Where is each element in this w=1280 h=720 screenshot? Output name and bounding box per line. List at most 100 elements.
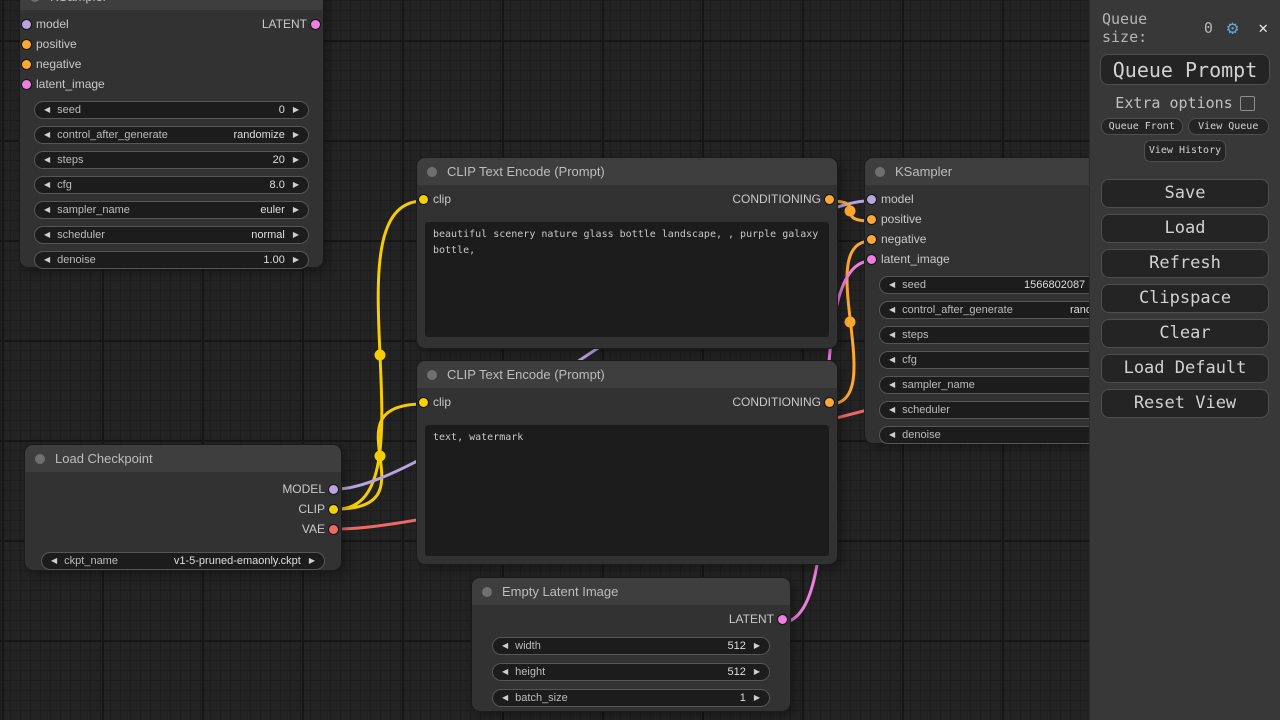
arrow-right-icon[interactable]: ▶ <box>293 156 299 164</box>
node-title-bar[interactable]: CLIP Text Encode (Prompt) <box>417 361 837 388</box>
widget-seed[interactable]: ◀ seed 0 ▶ <box>34 101 309 119</box>
queue-front-button[interactable]: Queue Front <box>1101 118 1183 135</box>
collapse-dot[interactable] <box>35 454 45 464</box>
prompt-text-input[interactable]: beautiful scenery nature glass bottle la… <box>425 222 829 337</box>
arrow-left-icon[interactable]: ◀ <box>44 206 50 214</box>
arrow-right-icon[interactable]: ▶ <box>293 106 299 114</box>
widget-height[interactable]: ◀ height 512 ▶ <box>492 663 770 681</box>
arrow-right-icon[interactable]: ▶ <box>293 131 299 139</box>
arrow-left-icon[interactable]: ◀ <box>502 642 508 650</box>
output-port-latent[interactable] <box>778 615 787 624</box>
arrow-left-icon[interactable]: ◀ <box>44 231 50 239</box>
widget-cfg[interactable]: ◀ cfg 8.0 ▶ <box>34 176 309 194</box>
arrow-left-icon[interactable]: ◀ <box>44 256 50 264</box>
arrow-right-icon[interactable]: ▶ <box>293 206 299 214</box>
node-title: KSampler <box>50 0 107 4</box>
arrow-right-icon[interactable]: ▶ <box>293 181 299 189</box>
arrow-right-icon[interactable]: ▶ <box>293 231 299 239</box>
widget-denoise[interactable]: ◀ denoise 1.00 ▶ <box>34 251 309 269</box>
collapse-dot[interactable] <box>482 587 492 597</box>
wire-midpoint-dot <box>845 206 856 217</box>
arrow-right-icon[interactable]: ▶ <box>754 694 760 702</box>
node-empty-latent-image[interactable]: Empty Latent Image LATENT ◀ width 512 ▶ … <box>472 578 790 711</box>
input-port-positive[interactable] <box>867 215 876 224</box>
widget-sampler-name[interactable]: ◀ sampler_name euler ▶ <box>34 201 309 219</box>
node-ksampler-left[interactable]: KSampler model LATENT positive negative … <box>20 0 323 267</box>
arrow-right-icon[interactable]: ▶ <box>754 642 760 650</box>
save-button[interactable]: Save <box>1101 179 1269 208</box>
arrow-right-icon[interactable]: ▶ <box>754 668 760 676</box>
arrow-left-icon[interactable]: ◀ <box>44 156 50 164</box>
load-default-button[interactable]: Load Default <box>1101 354 1269 383</box>
input-port-latent-image[interactable] <box>22 80 31 89</box>
wire-midpoint-dot <box>845 317 856 328</box>
view-history-button[interactable]: View History <box>1144 140 1226 162</box>
arrow-right-icon[interactable]: ▶ <box>309 557 315 565</box>
widget-scheduler[interactable]: ◀ scheduler normal ▶ <box>34 226 309 244</box>
input-port-model[interactable] <box>867 195 876 204</box>
arrow-left-icon[interactable]: ◀ <box>889 356 895 364</box>
input-label: clip <box>433 395 451 409</box>
load-button[interactable]: Load <box>1101 214 1269 243</box>
arrow-left-icon[interactable]: ◀ <box>889 281 895 289</box>
widget-width[interactable]: ◀ width 512 ▶ <box>492 637 770 655</box>
node-title: Load Checkpoint <box>55 451 153 466</box>
node-title-bar[interactable]: KSampler <box>20 0 323 10</box>
arrow-left-icon[interactable]: ◀ <box>44 181 50 189</box>
arrow-left-icon[interactable]: ◀ <box>889 381 895 389</box>
node-graph-canvas[interactable]: KSampler model LATENT positive negative … <box>0 0 1280 720</box>
collapse-dot[interactable] <box>427 370 437 380</box>
node-title-bar[interactable]: CLIP Text Encode (Prompt) <box>417 158 837 185</box>
output-port-conditioning[interactable] <box>825 195 834 204</box>
settings-gear-icon[interactable]: ⚙ <box>1227 19 1238 38</box>
output-port-conditioning[interactable] <box>825 398 834 407</box>
arrow-left-icon[interactable]: ◀ <box>44 131 50 139</box>
close-icon[interactable]: ✕ <box>1258 20 1268 36</box>
arrow-left-icon[interactable]: ◀ <box>889 406 895 414</box>
extra-options-checkbox[interactable] <box>1240 96 1255 111</box>
node-load-checkpoint[interactable]: Load Checkpoint MODEL CLIP VAE ◀ ckpt_na… <box>25 445 341 570</box>
input-port-clip[interactable] <box>419 398 428 407</box>
arrow-left-icon[interactable]: ◀ <box>889 331 895 339</box>
arrow-right-icon[interactable]: ▶ <box>293 256 299 264</box>
prompt-text-input[interactable]: text, watermark <box>425 425 829 556</box>
arrow-left-icon[interactable]: ◀ <box>502 668 508 676</box>
arrow-left-icon[interactable]: ◀ <box>889 431 895 439</box>
widget-ckpt-name[interactable]: ◀ ckpt_name v1-5-pruned-emaonly.ckpt ▶ <box>41 552 325 570</box>
node-title-bar[interactable]: Empty Latent Image <box>472 578 790 605</box>
input-port-positive[interactable] <box>22 40 31 49</box>
input-port-negative[interactable] <box>867 235 876 244</box>
input-port-latent-image[interactable] <box>867 255 876 264</box>
collapse-dot[interactable] <box>30 0 40 2</box>
input-label: positive <box>881 212 922 226</box>
arrow-left-icon[interactable]: ◀ <box>44 106 50 114</box>
collapse-dot[interactable] <box>875 167 885 177</box>
main-menu-panel: Queue size: 0 ⚙ ✕ Queue Prompt Extra opt… <box>1090 0 1280 720</box>
input-port-negative[interactable] <box>22 60 31 69</box>
queue-size-value: 0 <box>1204 19 1213 37</box>
arrow-left-icon[interactable]: ◀ <box>502 694 508 702</box>
reset-view-button[interactable]: Reset View <box>1101 389 1269 418</box>
arrow-left-icon[interactable]: ◀ <box>889 306 895 314</box>
collapse-dot[interactable] <box>427 167 437 177</box>
node-clip-text-encode-negative[interactable]: CLIP Text Encode (Prompt) clip CONDITION… <box>417 361 837 564</box>
input-port-clip[interactable] <box>419 195 428 204</box>
input-port-model[interactable] <box>22 20 31 29</box>
output-label: CONDITIONING <box>732 192 821 206</box>
node-clip-text-encode-positive[interactable]: CLIP Text Encode (Prompt) clip CONDITION… <box>417 158 837 348</box>
widget-steps[interactable]: ◀ steps 20 ▶ <box>34 151 309 169</box>
widget-batch-size[interactable]: ◀ batch_size 1 ▶ <box>492 689 770 707</box>
refresh-button[interactable]: Refresh <box>1101 249 1269 278</box>
arrow-left-icon[interactable]: ◀ <box>51 557 57 565</box>
output-port-vae[interactable] <box>329 525 338 534</box>
widget-control-after-generate[interactable]: ◀ control_after_generate randomize ▶ <box>34 126 309 144</box>
output-port-model[interactable] <box>329 485 338 494</box>
clipspace-button[interactable]: Clipspace <box>1101 284 1269 313</box>
output-port-clip[interactable] <box>329 505 338 514</box>
node-title-bar[interactable]: Load Checkpoint <box>25 445 341 472</box>
input-label: model <box>881 192 914 206</box>
view-queue-button[interactable]: View Queue <box>1188 118 1270 135</box>
clear-button[interactable]: Clear <box>1101 319 1269 348</box>
output-port-latent[interactable] <box>311 20 320 29</box>
queue-prompt-button[interactable]: Queue Prompt <box>1100 54 1270 85</box>
